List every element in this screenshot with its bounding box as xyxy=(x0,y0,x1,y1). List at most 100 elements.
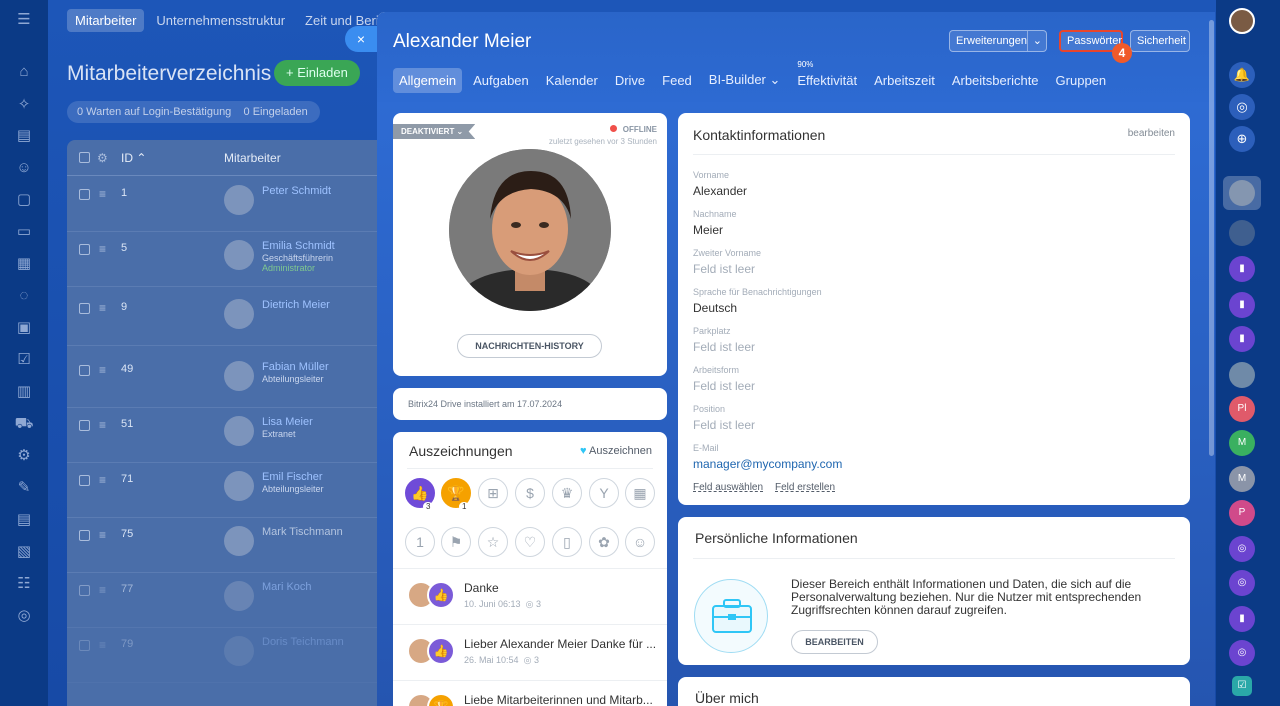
row-checkbox[interactable] xyxy=(79,303,90,314)
user-avatar[interactable] xyxy=(1229,8,1255,34)
group-avatar[interactable] xyxy=(1229,220,1255,246)
row-checkbox[interactable] xyxy=(79,585,90,596)
filter-waiting[interactable]: 0 Warten auf Login-Bestätigung xyxy=(77,106,231,118)
chat-icon[interactable]: ▮ xyxy=(1229,292,1255,318)
table-row[interactable]: ≡ 79 Doris Teichmann xyxy=(67,628,387,683)
chat-icon[interactable]: ◌ xyxy=(14,286,34,306)
cocktail-icon[interactable]: Y xyxy=(589,478,619,508)
tab-drive[interactable]: Drive xyxy=(609,68,651,93)
goal-icon[interactable]: ◎ xyxy=(1229,570,1255,596)
search-chat-icon[interactable]: ⊕ xyxy=(1229,126,1255,152)
avatar[interactable] xyxy=(1229,180,1255,206)
profile-photo[interactable] xyxy=(449,149,611,311)
row-menu-icon[interactable]: ≡ xyxy=(99,187,106,201)
flag-icon[interactable]: ⚑ xyxy=(441,527,471,557)
create-field-link[interactable]: Feld erstellen xyxy=(775,482,835,493)
heart-outline-icon[interactable]: ♡ xyxy=(515,527,545,557)
money-bag-icon[interactable]: $ xyxy=(515,478,545,508)
beer-icon[interactable]: ▯ xyxy=(552,527,582,557)
row-menu-icon[interactable]: ≡ xyxy=(99,301,106,315)
check-icon[interactable]: ☑ xyxy=(14,350,34,370)
chart-icon[interactable]: ▥ xyxy=(14,382,34,402)
avatar[interactable] xyxy=(1229,362,1255,388)
row-checkbox[interactable] xyxy=(79,420,90,431)
avatar[interactable]: P xyxy=(1229,500,1255,526)
settings-icon[interactable]: ⚙ xyxy=(14,446,34,466)
tab-effektivitaet[interactable]: 90% Effektivität xyxy=(791,60,863,93)
goal-icon[interactable]: ◎ xyxy=(1229,640,1255,666)
menu-icon[interactable]: ☰ xyxy=(14,10,34,30)
tab-arbeitsberichte[interactable]: Arbeitsberichte xyxy=(946,68,1045,93)
cart-icon[interactable]: ⛟ xyxy=(14,414,34,434)
row-menu-icon[interactable]: ≡ xyxy=(99,583,106,597)
groups-icon[interactable]: ☷ xyxy=(14,574,34,594)
filter-invited[interactable]: 0 Eingeladen xyxy=(244,106,308,118)
employee-name[interactable]: Doris Teichmann xyxy=(262,636,344,648)
security-button[interactable]: Sicherheit xyxy=(1130,30,1190,52)
table-row[interactable]: ≡ 71 Emil Fischer Abteilungsleiter xyxy=(67,463,387,518)
employee-name[interactable]: Mark Tischmann xyxy=(262,526,343,538)
chevron-down-icon[interactable]: ⌄ xyxy=(1026,31,1042,51)
bell-icon[interactable]: 🔔 xyxy=(1229,62,1255,88)
table-row[interactable]: ≡ 51 Lisa Meier Extranet xyxy=(67,408,387,463)
row-checkbox[interactable] xyxy=(79,189,90,200)
sites-icon[interactable]: ▦ xyxy=(14,254,34,274)
flower-icon[interactable]: ✿ xyxy=(589,527,619,557)
tab-allgemein[interactable]: Allgemein xyxy=(393,67,463,93)
tab-aufgaben[interactable]: Aufgaben xyxy=(467,68,535,93)
star-icon[interactable]: ☆ xyxy=(478,527,508,557)
goal-icon[interactable]: ◎ xyxy=(1229,94,1255,120)
store-icon[interactable]: ▤ xyxy=(14,510,34,530)
column-id[interactable]: ID ⌃ xyxy=(121,151,146,165)
row-checkbox[interactable] xyxy=(79,530,90,541)
employee-name[interactable]: Mari Koch xyxy=(262,581,312,593)
goal-icon[interactable]: ◎ xyxy=(1229,536,1255,562)
sign-icon[interactable]: ✎ xyxy=(14,478,34,498)
extensions-button[interactable]: Erweiterungen ⌄ xyxy=(949,30,1047,52)
chat-icon[interactable]: ▮ xyxy=(1229,256,1255,282)
tab-feed[interactable]: Feed xyxy=(656,68,698,93)
row-menu-icon[interactable]: ≡ xyxy=(99,473,106,487)
cake-icon[interactable]: ▦ xyxy=(625,478,655,508)
row-menu-icon[interactable]: ≡ xyxy=(99,638,106,652)
avatar[interactable]: M xyxy=(1229,430,1255,456)
close-panel-button[interactable]: × xyxy=(345,26,377,52)
employee-name[interactable]: Dietrich Meier xyxy=(262,299,330,311)
avatar[interactable]: M xyxy=(1229,466,1255,492)
column-employee[interactable]: Mitarbeiter xyxy=(224,151,281,165)
row-menu-icon[interactable]: ≡ xyxy=(99,242,106,256)
employee-name[interactable]: Emilia Schmidt xyxy=(262,240,335,252)
email-link[interactable]: manager@mycompany.com xyxy=(693,457,842,471)
table-row[interactable]: ≡ 75 Mark Tischmann xyxy=(67,518,387,573)
table-row[interactable]: ≡ 1 Peter Schmidt xyxy=(67,177,387,232)
avatar[interactable]: Pl xyxy=(1229,396,1255,422)
tab-kalender[interactable]: Kalender xyxy=(540,68,604,93)
edit-personal-button[interactable]: BEARBEITEN xyxy=(791,630,878,654)
row-menu-icon[interactable]: ≡ xyxy=(99,418,106,432)
employee-name[interactable]: Peter Schmidt xyxy=(262,185,331,197)
row-checkbox[interactable] xyxy=(79,475,90,486)
table-row[interactable]: ≡ 49 Fabian Müller Abteilungsleiter xyxy=(67,353,387,408)
tasks-icon[interactable]: ▤ xyxy=(14,126,34,146)
scrollbar[interactable] xyxy=(1209,20,1214,456)
row-checkbox[interactable] xyxy=(79,244,90,255)
docs-icon[interactable]: ▢ xyxy=(14,190,34,210)
award-feed-item[interactable]: 👍 Danke 10. Juni 06:13 ◎ 3 xyxy=(393,568,667,624)
row-menu-icon[interactable]: ≡ xyxy=(99,528,106,542)
table-row[interactable]: ≡ 9 Dietrich Meier xyxy=(67,291,387,346)
row-checkbox[interactable] xyxy=(79,640,90,651)
row-menu-icon[interactable]: ≡ xyxy=(99,363,106,377)
task-icon[interactable]: ☑ xyxy=(1232,676,1252,696)
award-feed-item[interactable]: 🏆 Liebe Mitarbeiterinnen und Mitarb... xyxy=(393,680,667,706)
nav-mitarbeiter[interactable]: Mitarbeiter xyxy=(67,9,145,32)
crown-icon[interactable]: ♛ xyxy=(552,478,582,508)
employee-name[interactable]: Lisa Meier xyxy=(262,416,313,428)
employee-name[interactable]: Fabian Müller xyxy=(262,361,329,373)
calendar-icon[interactable]: ▣ xyxy=(14,318,34,338)
award-feed-item[interactable]: 👍 Lieber Alexander Meier Danke für ... 26.… xyxy=(393,624,667,680)
gear-icon[interactable]: ⚙ xyxy=(97,151,108,165)
tab-bi-builder[interactable]: BI-Builder ⌄ xyxy=(703,67,787,93)
activity-icon[interactable]: ✧ xyxy=(14,95,34,115)
table-row[interactable]: ≡ 77 Mari Koch xyxy=(67,573,387,628)
number-one-icon[interactable]: 1 xyxy=(405,527,435,557)
